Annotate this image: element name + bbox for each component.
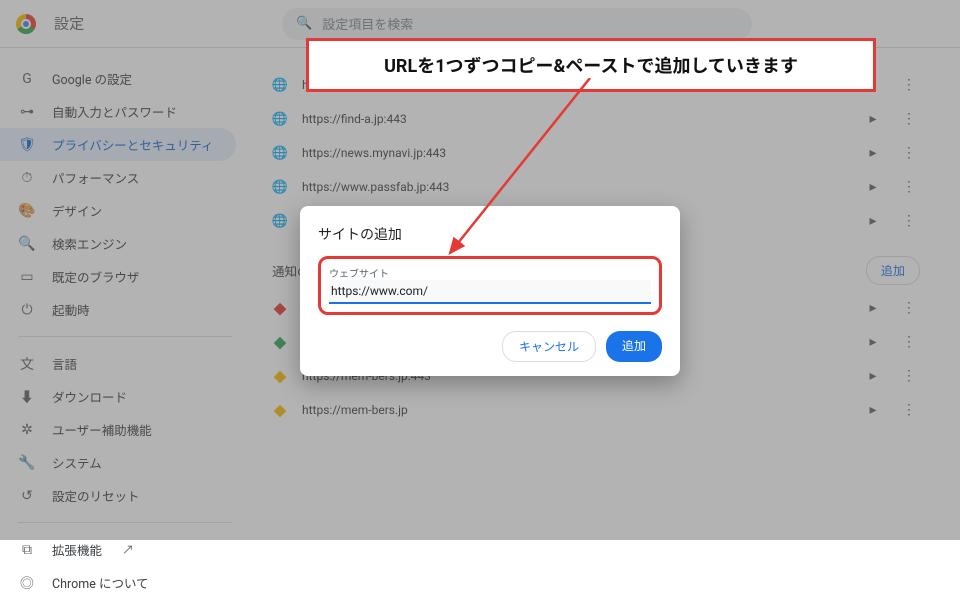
sidebar-item-items3-1[interactable]: ◎ Chrome について xyxy=(0,566,236,599)
ext-icon: ⧉ xyxy=(18,541,36,559)
cancel-button[interactable]: キャンセル xyxy=(502,331,596,362)
sidebar-item-label: Chrome について xyxy=(52,573,149,592)
dialog-title: サイトの追加 xyxy=(318,224,662,244)
url-field-label: ウェブサイト xyxy=(329,265,651,280)
sidebar-item-label: 拡張機能 xyxy=(52,540,102,559)
annotation-callout: URLを1つずつコピー&ペーストで追加していきます xyxy=(306,38,876,92)
chrome-icon: ◎ xyxy=(18,574,36,592)
external-link-icon: ↗ xyxy=(122,541,134,558)
url-field-container: ウェブサイト xyxy=(318,256,662,315)
url-input[interactable] xyxy=(329,280,651,304)
add-site-dialog: サイトの追加 ウェブサイト キャンセル 追加 xyxy=(300,206,680,376)
ok-button[interactable]: 追加 xyxy=(606,331,662,362)
